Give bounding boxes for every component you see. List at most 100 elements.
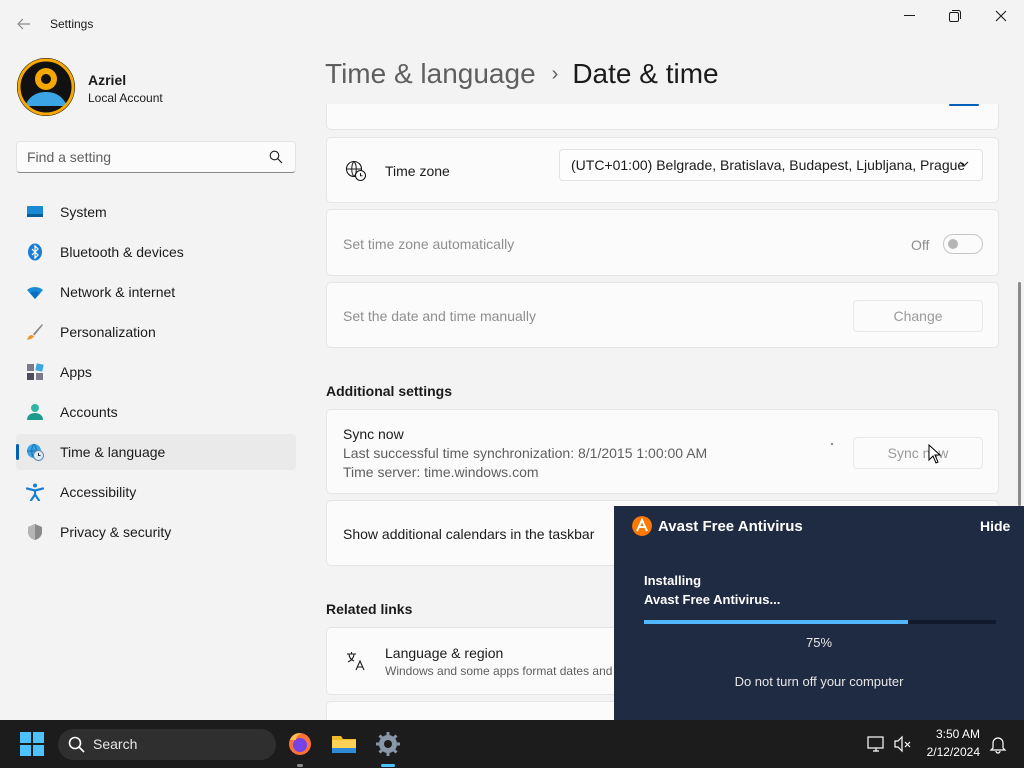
avatar[interactable] [17,58,75,116]
language-icon [347,652,365,671]
sidebar-item-label: Accounts [60,404,118,420]
chevron-down-icon [959,161,969,167]
user-name: Azriel [88,72,127,88]
toggle-fragment[interactable] [949,104,979,106]
sidebar-item-label: Accessibility [60,484,137,500]
sidebar-item-accessibility[interactable]: Accessibility [16,474,296,510]
notification-bell-icon[interactable] [988,734,1008,754]
sync-now-button[interactable]: Sync now [853,437,983,469]
language-region-title: Language & region [385,645,504,661]
scrollbar[interactable] [1018,282,1021,506]
apps-icon [27,363,44,380]
manual-date-time-card: Set the date and time manually Change [326,282,999,348]
app-title: Settings [50,17,94,31]
sidebar-item-label: Bluetooth & devices [60,244,184,260]
auto-time-zone-card: Set time zone automatically Off [326,209,999,276]
taskbar-search-label: Search [93,736,138,752]
active-indicator [381,764,395,767]
taskbar-search[interactable]: Search [58,729,276,760]
language-region-subtitle: Windows and some apps format dates and [385,664,613,678]
auto-time-zone-label: Set time zone automatically [343,236,515,252]
time-zone-dropdown[interactable]: (UTC+01:00) Belgrade, Bratislava, Budape… [559,149,983,181]
sidebar-item-network[interactable]: Network & internet [16,274,296,310]
install-status: Installing [644,573,702,588]
breadcrumb: Time & language › Date & time [325,58,719,90]
avast-install-popup: Avast Free Antivirus Hide Installing Ava… [614,506,1024,720]
monitor-icon [27,206,43,217]
taskbar-app-file-explorer[interactable] [328,728,360,760]
install-product: Avast Free Antivirus... [644,592,781,607]
shield-icon [28,524,42,540]
breadcrumb-separator: › [551,62,559,85]
manual-date-time-label: Set the date and time manually [343,308,537,324]
time-zone-label: Time zone [385,163,450,179]
sidebar-item-personalization[interactable]: Personalization [16,314,296,350]
sidebar-item-accounts[interactable]: Accounts [16,394,296,430]
sync-spinner-dot [831,443,833,445]
settings-search[interactable] [16,141,296,173]
user-avatar-icon [17,58,75,116]
sidebar-item-time-language[interactable]: Time & language [16,434,296,470]
taskbar-app-settings[interactable] [372,728,404,767]
install-warning: Do not turn off your computer [734,674,904,689]
network-icon[interactable] [866,734,886,754]
sidebar-nav: System Bluetooth & devices Network & int… [16,194,296,554]
maximize-button[interactable] [932,0,978,32]
sidebar-item-privacy[interactable]: Privacy & security [16,514,296,550]
windows-logo-icon [20,732,44,756]
wifi-icon [27,286,43,299]
back-button[interactable] [8,10,40,38]
avast-logo-icon [632,516,652,536]
avast-title: Avast Free Antivirus [658,518,803,535]
toggle-state-text: Off [911,237,930,253]
sidebar-item-label: Time & language [60,444,166,460]
sync-title: Sync now [343,426,404,442]
globe-clock-icon [27,443,44,461]
last-sync-text: Last successful time synchronization: 8/… [343,445,708,461]
sidebar-item-bluetooth[interactable]: Bluetooth & devices [16,234,296,270]
sidebar-item-label: System [60,204,107,220]
sidebar-item-label: Personalization [60,324,156,340]
page-title: Date & time [572,58,719,89]
running-indicator [297,764,303,767]
sidebar-item-label: Privacy & security [60,524,172,540]
close-icon [995,10,1007,22]
back-arrow-icon [17,18,30,30]
clock-date[interactable]: 2/12/2024 [900,745,980,759]
firefox-icon [289,733,311,755]
taskbar-app-firefox[interactable] [284,728,316,767]
account-type: Local Account [88,91,163,105]
sidebar-item-system[interactable]: System [16,194,296,230]
mouse-cursor-icon [928,444,942,464]
accessibility-icon [26,483,44,501]
sidebar-item-apps[interactable]: Apps [16,354,296,390]
breadcrumb-parent[interactable]: Time & language [325,58,536,90]
brush-icon [27,324,43,340]
progress-percent: 75% [805,635,833,650]
hide-button[interactable]: Hide [980,518,1010,534]
related-links-heading: Related links [326,601,413,617]
install-progress-bar [644,620,996,624]
search-icon [269,150,283,164]
time-zone-card: Time zone (UTC+01:00) Belgrade, Bratisla… [326,137,999,203]
clock-time[interactable]: 3:50 AM [900,727,980,741]
search-input[interactable] [27,149,257,165]
previous-setting-card [326,104,999,130]
time-zone-value: (UTC+01:00) Belgrade, Bratislava, Budape… [571,157,966,173]
start-button[interactable] [20,732,44,756]
sidebar-item-label: Network & internet [60,284,176,300]
globe-clock-icon [345,160,367,182]
auto-time-zone-toggle[interactable] [943,234,983,254]
progress-fill [644,620,908,624]
taskbar: Search 3:50 AM 2/12/2024 [0,720,1024,768]
restore-icon [949,10,961,22]
minimize-button[interactable] [886,0,932,32]
person-icon [27,404,43,420]
bluetooth-icon [28,243,42,261]
additional-settings-heading: Additional settings [326,383,452,399]
title-bar: Settings [0,0,1024,48]
sidebar-item-label: Apps [60,364,92,380]
close-button[interactable] [978,0,1024,32]
settings-icon [376,732,400,756]
change-button[interactable]: Change [853,300,983,332]
